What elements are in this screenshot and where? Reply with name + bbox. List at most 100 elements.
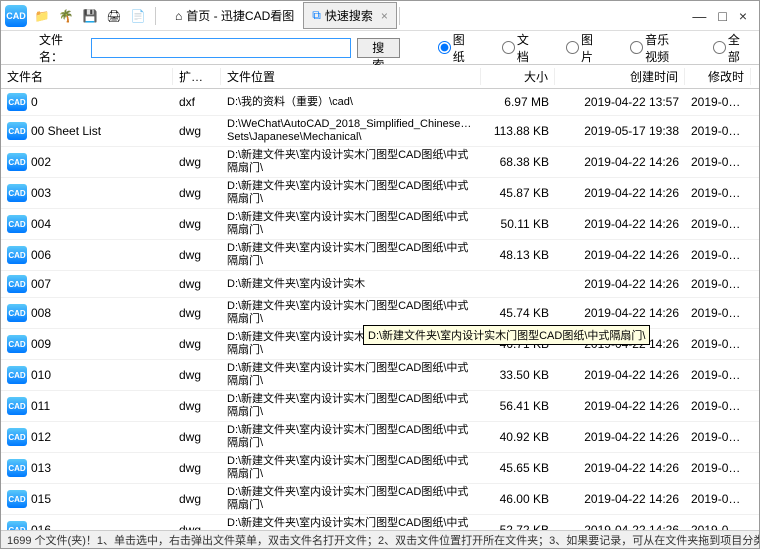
cell-ext: dwg	[173, 155, 221, 169]
cell-ctime: 2019-04-22 14:26	[555, 368, 685, 382]
filter-radio-文档[interactable]: 文档	[476, 31, 532, 65]
cell-size: 50.11 KB	[481, 217, 555, 231]
cell-size: 56.41 KB	[481, 399, 555, 413]
cell-ctime: 2019-04-22 13:57	[555, 95, 685, 109]
cell-mtime: 2019-04-22	[685, 186, 751, 200]
cell-ctime: 2019-04-22 14:26	[555, 461, 685, 475]
table-row[interactable]: CAD015dwgD:\新建文件夹\室内设计实木门图型CAD图纸\中式隔扇门\4…	[1, 484, 759, 515]
folder-icon[interactable]: 📁	[33, 7, 51, 25]
palm-icon[interactable]: 🌴	[57, 7, 75, 25]
minimize-button[interactable]: —	[692, 8, 706, 24]
cell-mtime: 2019-04-22	[685, 430, 751, 444]
table-row[interactable]: CAD00 Sheet ListdwgD:\WeChat\AutoCAD_201…	[1, 116, 759, 147]
cell-mtime: 2019-04-22	[685, 248, 751, 262]
close-icon[interactable]: ×	[381, 9, 388, 23]
maximize-button[interactable]: □	[718, 8, 726, 24]
cell-size: 45.74 KB	[481, 306, 555, 320]
cell-mtime: 2019-05-17	[685, 124, 751, 138]
cell-name: 007	[31, 277, 51, 291]
table-row[interactable]: CAD010dwgD:\新建文件夹\室内设计实木门图型CAD图纸\中式隔扇门\3…	[1, 360, 759, 391]
cell-ctime: 2019-04-22 14:26	[555, 430, 685, 444]
th-ctime[interactable]: 创建时间	[555, 68, 685, 85]
tab-search[interactable]: ⧉ 快速搜索 ×	[303, 2, 397, 29]
cell-size: 45.87 KB	[481, 186, 555, 200]
cell-mtime: 2019-04-22	[685, 368, 751, 382]
cell-ext: dwg	[173, 430, 221, 444]
cell-ctime: 2019-04-22 14:26	[555, 186, 685, 200]
cell-ctime: 2019-05-17 19:38	[555, 124, 685, 138]
table-row[interactable]: CAD013dwgD:\新建文件夹\室内设计实木门图型CAD图纸\中式隔扇门\4…	[1, 453, 759, 484]
table-row[interactable]: CAD006dwgD:\新建文件夹\室内设计实木门图型CAD图纸\中式隔扇门\4…	[1, 240, 759, 271]
table-body[interactable]: CAD0dxfD:\我的资料（重要）\cad\6.97 MB2019-04-22…	[1, 89, 759, 531]
table-row[interactable]: CAD003dwgD:\新建文件夹\室内设计实木门图型CAD图纸\中式隔扇门\4…	[1, 178, 759, 209]
cell-ext: dwg	[173, 306, 221, 320]
tab-label: 快速搜索	[325, 7, 373, 24]
cell-mtime: 2019-04-22	[685, 461, 751, 475]
divider	[155, 7, 156, 25]
table-row[interactable]: CAD016dwgD:\新建文件夹\室内设计实木门图型CAD图纸\中式隔扇门\5…	[1, 515, 759, 531]
cell-loc: D:\WeChat\AutoCAD_2018_Simplified_Chines…	[221, 116, 481, 146]
cell-ext: dwg	[173, 217, 221, 231]
table-row[interactable]: CAD012dwgD:\新建文件夹\室内设计实木门图型CAD图纸\中式隔扇门\4…	[1, 422, 759, 453]
cell-ext: dwg	[173, 368, 221, 382]
filter-radio-音乐视频[interactable]: 音乐视频	[604, 31, 679, 65]
cell-name: 012	[31, 430, 51, 444]
cell-loc: D:\新建文件夹\室内设计实木	[221, 276, 481, 293]
results-table: 文件名 扩展名 文件位置 大小 创建时间 修改时 CAD0dxfD:\我的资料（…	[1, 65, 759, 531]
cell-mtime: 2019-04-22	[685, 95, 751, 109]
cell-ext: dwg	[173, 277, 221, 291]
cad-file-icon: CAD	[7, 335, 27, 353]
cell-loc: D:\我的资料（重要）\cad\	[221, 94, 481, 111]
cell-size: 48.13 KB	[481, 248, 555, 262]
cell-mtime: 2019-04-22	[685, 337, 751, 351]
close-button[interactable]: ×	[739, 8, 747, 24]
cell-mtime: 2019-04-22	[685, 306, 751, 320]
th-loc[interactable]: 文件位置	[221, 68, 481, 85]
filename-label: 文件名：	[13, 31, 81, 65]
cell-loc: D:\新建文件夹\室内设计实木门图型CAD图纸\中式隔扇门\	[221, 209, 481, 239]
filter-radio-图片[interactable]: 图片	[540, 31, 596, 65]
cell-ext: dwg	[173, 186, 221, 200]
cell-name: 006	[31, 248, 51, 262]
filter-radio-全部[interactable]: 全部	[687, 31, 743, 65]
table-row[interactable]: CAD011dwgD:\新建文件夹\室内设计实木门图型CAD图纸\中式隔扇门\5…	[1, 391, 759, 422]
cell-loc: D:\新建文件夹\室内设计实木门图型CAD图纸\中式隔扇门\	[221, 515, 481, 531]
th-size[interactable]: 大小	[481, 68, 555, 85]
table-row[interactable]: CAD002dwgD:\新建文件夹\室内设计实木门图型CAD图纸\中式隔扇门\6…	[1, 147, 759, 178]
cell-name: 015	[31, 492, 51, 506]
search-input[interactable]	[91, 38, 351, 58]
filter-radio-图纸[interactable]: 图纸	[412, 31, 468, 65]
cell-ext: dwg	[173, 461, 221, 475]
cell-mtime: 2019-04-22	[685, 277, 751, 291]
tooltip: D:\新建文件夹\室内设计实木门图型CAD图纸\中式隔扇门\	[363, 325, 650, 345]
cell-loc: D:\新建文件夹\室内设计实木门图型CAD图纸\中式隔扇门\	[221, 360, 481, 390]
cell-mtime: 2019-04-22	[685, 399, 751, 413]
th-ext[interactable]: 扩展名	[173, 68, 221, 85]
th-name[interactable]: 文件名	[1, 68, 173, 85]
cell-loc: D:\新建文件夹\室内设计实木门图型CAD图纸\中式隔扇门\	[221, 484, 481, 514]
print-icon[interactable]: 🖨	[105, 7, 123, 25]
file-icon[interactable]: 📄	[129, 7, 147, 25]
cell-size: 40.92 KB	[481, 430, 555, 444]
th-mtime[interactable]: 修改时	[685, 68, 751, 85]
tab-home[interactable]: ⌂ 首页 - 迅捷CAD看图	[166, 2, 303, 29]
cell-name: 010	[31, 368, 51, 382]
cell-name: 0	[31, 95, 38, 109]
cell-ctime: 2019-04-22 14:26	[555, 492, 685, 506]
cell-loc: D:\新建文件夹\室内设计实木门图型CAD图纸\中式隔扇门\	[221, 453, 481, 483]
cell-mtime: 2019-04-22	[685, 155, 751, 169]
cell-name: 011	[31, 399, 50, 413]
table-row[interactable]: CAD004dwgD:\新建文件夹\室内设计实木门图型CAD图纸\中式隔扇门\5…	[1, 209, 759, 240]
cad-file-icon: CAD	[7, 184, 27, 202]
save-icon[interactable]: 💾	[81, 7, 99, 25]
cad-file-icon: CAD	[7, 93, 27, 111]
cad-file-icon: CAD	[7, 428, 27, 446]
home-icon: ⌂	[175, 9, 182, 23]
tab-bar: ⌂ 首页 - 迅捷CAD看图 ⧉ 快速搜索 ×	[166, 2, 684, 29]
table-row[interactable]: CAD0dxfD:\我的资料（重要）\cad\6.97 MB2019-04-22…	[1, 89, 759, 116]
cad-file-icon: CAD	[7, 397, 27, 415]
tab-label: 首页 - 迅捷CAD看图	[186, 7, 294, 24]
table-row[interactable]: CAD007dwgD:\新建文件夹\室内设计实木2019-04-22 14:26…	[1, 271, 759, 298]
cad-file-icon: CAD	[7, 275, 27, 293]
search-button[interactable]: 搜索	[357, 38, 400, 58]
